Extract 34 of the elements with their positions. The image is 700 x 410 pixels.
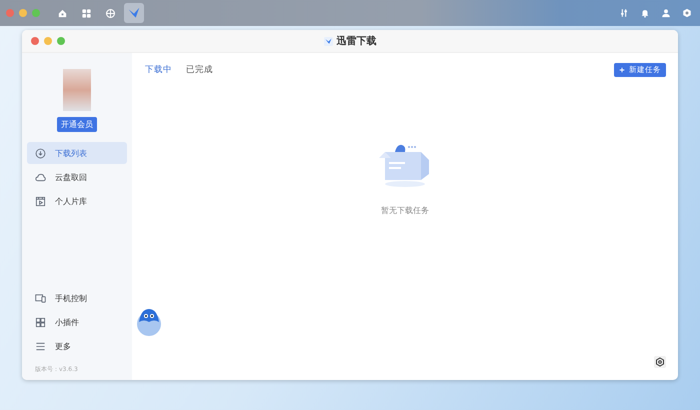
film-icon [35,196,46,206]
membership-button[interactable]: 开通会员 [57,117,97,132]
sliders-icon[interactable] [619,8,629,18]
devices-icon [35,292,46,304]
apps-grid-icon [80,8,92,18]
widgets-icon [35,316,46,328]
avatar-placeholder [63,69,91,111]
empty-message: 暂无下载任务 [381,204,429,216]
menu-icon [35,340,46,352]
tab[interactable]: 下载中 [145,64,172,76]
sidebar-item[interactable]: 下载列表 [27,142,127,164]
sidebar-item[interactable]: 云盘取回 [27,166,127,188]
plus-icon [619,67,625,73]
sidebar-item[interactable]: 更多 [27,335,127,357]
bell-icon[interactable] [640,8,650,18]
mascot-drawing [135,306,163,336]
dock-app[interactable] [124,3,144,23]
download-icon [35,148,46,158]
zoom-button[interactable] [57,37,65,45]
minimize-button[interactable] [19,9,27,17]
user-icon[interactable] [661,8,671,18]
bird-icon [324,36,332,46]
sidebar-item[interactable]: 个人片库 [27,190,127,212]
house-icon [56,8,68,18]
close-button[interactable] [31,37,39,45]
globe-icon [104,8,116,18]
settings-icon[interactable] [654,356,666,368]
minimize-button[interactable] [44,37,52,45]
tab[interactable]: 已完成 [186,64,213,76]
sidebar-item[interactable]: 小插件 [27,311,127,333]
cloud-icon [35,172,46,182]
window-title: 迅雷下载 [336,34,376,48]
sidebar-item[interactable]: 手机控制 [27,287,127,309]
bird-icon [127,6,141,20]
